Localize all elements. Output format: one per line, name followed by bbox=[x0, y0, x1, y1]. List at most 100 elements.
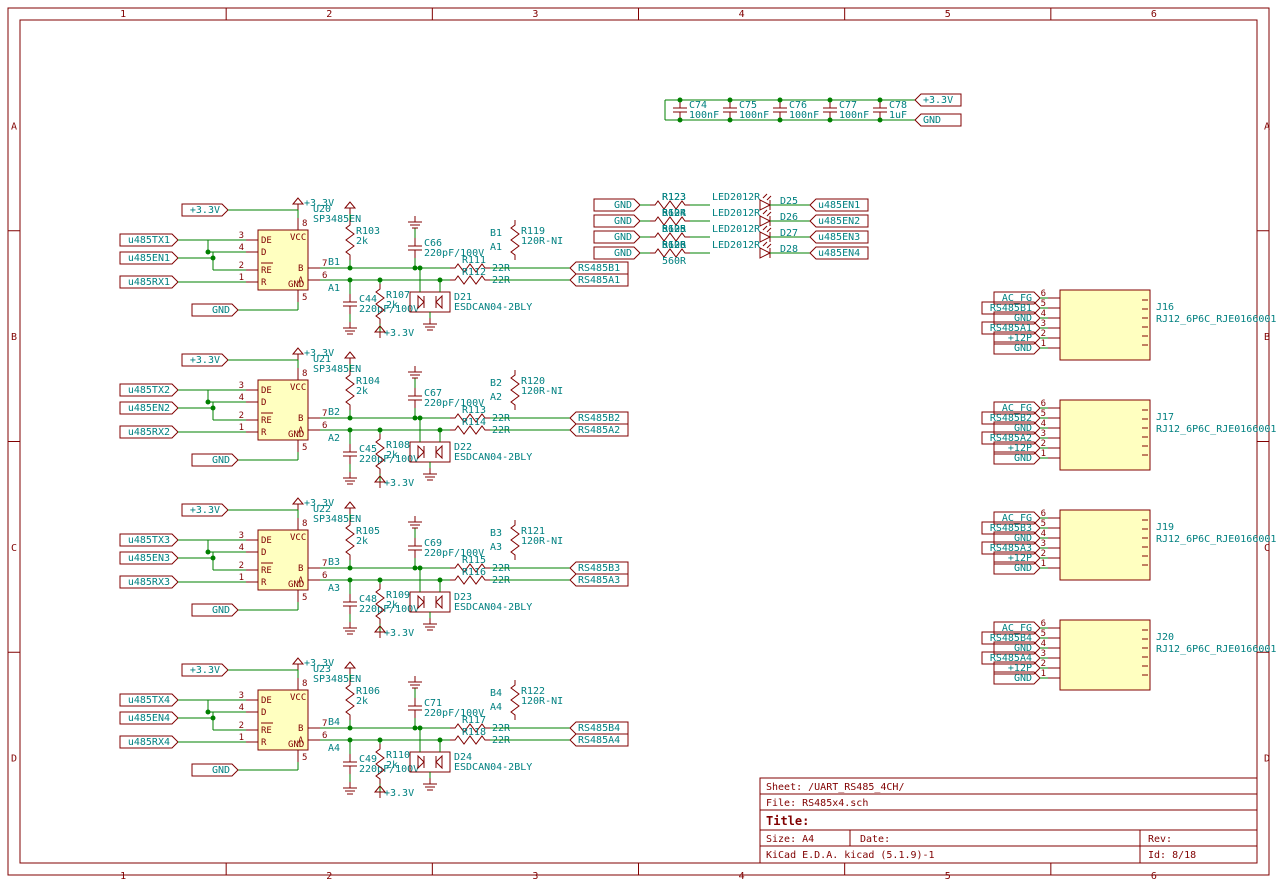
svg-text:5: 5 bbox=[945, 9, 951, 20]
svg-text:+3.3V: +3.3V bbox=[384, 788, 414, 799]
svg-text:ESDCAN04-2BLY: ESDCAN04-2BLY bbox=[454, 452, 532, 463]
svg-text:8: 8 bbox=[302, 519, 307, 529]
svg-text:RJ12_6P6C_RJE0166001: RJ12_6P6C_RJE0166001 bbox=[1156, 644, 1276, 655]
svg-text:GND: GND bbox=[212, 455, 230, 466]
svg-text:A4: A4 bbox=[328, 743, 340, 754]
svg-text:LED2012R: LED2012R bbox=[712, 224, 761, 235]
svg-text:GND: GND bbox=[212, 305, 230, 316]
svg-text:+3.3V: +3.3V bbox=[384, 478, 414, 489]
svg-text:GND: GND bbox=[288, 430, 304, 440]
svg-text:5: 5 bbox=[302, 593, 307, 603]
svg-text:RS485A2: RS485A2 bbox=[578, 425, 620, 436]
svg-text:A2: A2 bbox=[490, 392, 502, 403]
svg-text:B3: B3 bbox=[490, 528, 502, 539]
svg-text:8: 8 bbox=[302, 219, 307, 229]
svg-text:+3.3V: +3.3V bbox=[190, 665, 220, 676]
svg-text:+3.3V: +3.3V bbox=[190, 355, 220, 366]
svg-text:ESDCAN04-2BLY: ESDCAN04-2BLY bbox=[454, 302, 532, 313]
svg-text:R116: R116 bbox=[462, 567, 486, 578]
svg-text:GND: GND bbox=[1014, 453, 1032, 464]
svg-text:2k: 2k bbox=[356, 236, 368, 247]
svg-text:DE: DE bbox=[261, 536, 272, 546]
svg-text:Size: A4: Size: A4 bbox=[766, 834, 814, 845]
svg-text:GND: GND bbox=[1014, 563, 1032, 574]
svg-text:120R-NI: 120R-NI bbox=[521, 696, 563, 707]
svg-text:2k: 2k bbox=[356, 386, 368, 397]
svg-text:120R-NI: 120R-NI bbox=[521, 236, 563, 247]
svg-text:u485EN3: u485EN3 bbox=[818, 232, 860, 243]
svg-text:+3.3V: +3.3V bbox=[384, 328, 414, 339]
svg-text:B4: B4 bbox=[328, 717, 340, 728]
svg-text:DE: DE bbox=[261, 236, 272, 246]
svg-text:2k: 2k bbox=[386, 300, 398, 311]
svg-text:2k: 2k bbox=[356, 536, 368, 547]
svg-text:GND: GND bbox=[1014, 673, 1032, 684]
svg-text:R: R bbox=[261, 278, 267, 288]
svg-text:D: D bbox=[261, 548, 266, 558]
svg-text:u485TX2: u485TX2 bbox=[128, 385, 170, 396]
svg-text:Id: 8/18: Id: 8/18 bbox=[1148, 850, 1196, 861]
svg-text:RE: RE bbox=[261, 416, 272, 426]
svg-text:2k: 2k bbox=[356, 696, 368, 707]
svg-text:R125: R125 bbox=[662, 224, 686, 235]
svg-text:A: A bbox=[1264, 121, 1270, 132]
svg-text:B: B bbox=[298, 564, 303, 574]
svg-text:B4: B4 bbox=[490, 688, 502, 699]
svg-text:u485RX3: u485RX3 bbox=[128, 577, 170, 588]
svg-text:A2: A2 bbox=[328, 433, 340, 444]
svg-text:5: 5 bbox=[302, 293, 307, 303]
svg-text:GND: GND bbox=[212, 605, 230, 616]
svg-text:GND: GND bbox=[288, 280, 304, 290]
svg-text:100nF: 100nF bbox=[789, 110, 819, 121]
svg-text:DE: DE bbox=[261, 696, 272, 706]
svg-text:+3.3V: +3.3V bbox=[384, 628, 414, 639]
svg-text:VCC: VCC bbox=[290, 693, 306, 703]
svg-text:B1: B1 bbox=[328, 257, 340, 268]
svg-text:R118: R118 bbox=[462, 727, 486, 738]
svg-text:A4: A4 bbox=[490, 702, 502, 713]
svg-text:u485TX3: u485TX3 bbox=[128, 535, 170, 546]
svg-text:2k: 2k bbox=[386, 760, 398, 771]
svg-text:RS485B3: RS485B3 bbox=[578, 563, 620, 574]
svg-text:A1: A1 bbox=[328, 283, 340, 294]
svg-text:R124: R124 bbox=[662, 208, 686, 219]
svg-text:u485RX1: u485RX1 bbox=[128, 277, 170, 288]
svg-text:RE: RE bbox=[261, 726, 272, 736]
svg-text:RS485A3: RS485A3 bbox=[578, 575, 620, 586]
svg-text:R: R bbox=[261, 578, 267, 588]
svg-text:SP3485EN: SP3485EN bbox=[313, 364, 361, 375]
svg-text:GND: GND bbox=[614, 200, 632, 211]
svg-text:VCC: VCC bbox=[290, 533, 306, 543]
svg-text:+3.3V: +3.3V bbox=[304, 658, 334, 669]
svg-text:4: 4 bbox=[739, 9, 745, 20]
svg-text:RS485B2: RS485B2 bbox=[578, 413, 620, 424]
svg-text:Title:: Title: bbox=[766, 814, 809, 828]
svg-text:R114: R114 bbox=[462, 417, 486, 428]
svg-text:2: 2 bbox=[326, 871, 332, 882]
svg-text:u485RX4: u485RX4 bbox=[128, 737, 170, 748]
svg-text:B: B bbox=[1264, 332, 1270, 343]
svg-text:J20: J20 bbox=[1156, 632, 1174, 643]
svg-text:DE: DE bbox=[261, 386, 272, 396]
svg-text:VCC: VCC bbox=[290, 383, 306, 393]
svg-text:RJ12_6P6C_RJE0166001: RJ12_6P6C_RJE0166001 bbox=[1156, 424, 1276, 435]
svg-text:6: 6 bbox=[1151, 9, 1157, 20]
svg-text:RJ12_6P6C_RJE0166001: RJ12_6P6C_RJE0166001 bbox=[1156, 534, 1276, 545]
svg-text:Sheet: /UART_RS485_4CH/: Sheet: /UART_RS485_4CH/ bbox=[766, 782, 904, 793]
svg-text:120R-NI: 120R-NI bbox=[521, 536, 563, 547]
svg-text:R117: R117 bbox=[462, 715, 486, 726]
svg-text:u485EN2: u485EN2 bbox=[128, 403, 170, 414]
svg-text:5: 5 bbox=[945, 871, 951, 882]
svg-text:8: 8 bbox=[302, 679, 307, 689]
svg-text:RS485A4: RS485A4 bbox=[578, 735, 620, 746]
svg-text:GND: GND bbox=[288, 580, 304, 590]
svg-text:R111: R111 bbox=[462, 255, 486, 266]
svg-text:KiCad E.D.A. kicad (5.1.9)-1: KiCad E.D.A. kicad (5.1.9)-1 bbox=[766, 850, 935, 861]
svg-text:u485RX2: u485RX2 bbox=[128, 427, 170, 438]
svg-text:5: 5 bbox=[302, 753, 307, 763]
svg-text:R115: R115 bbox=[462, 555, 486, 566]
svg-text:B3: B3 bbox=[328, 557, 340, 568]
svg-text:+3.3V: +3.3V bbox=[304, 348, 334, 359]
svg-text:1uF: 1uF bbox=[889, 110, 907, 121]
svg-text:File: RS485x4.sch: File: RS485x4.sch bbox=[766, 798, 868, 809]
